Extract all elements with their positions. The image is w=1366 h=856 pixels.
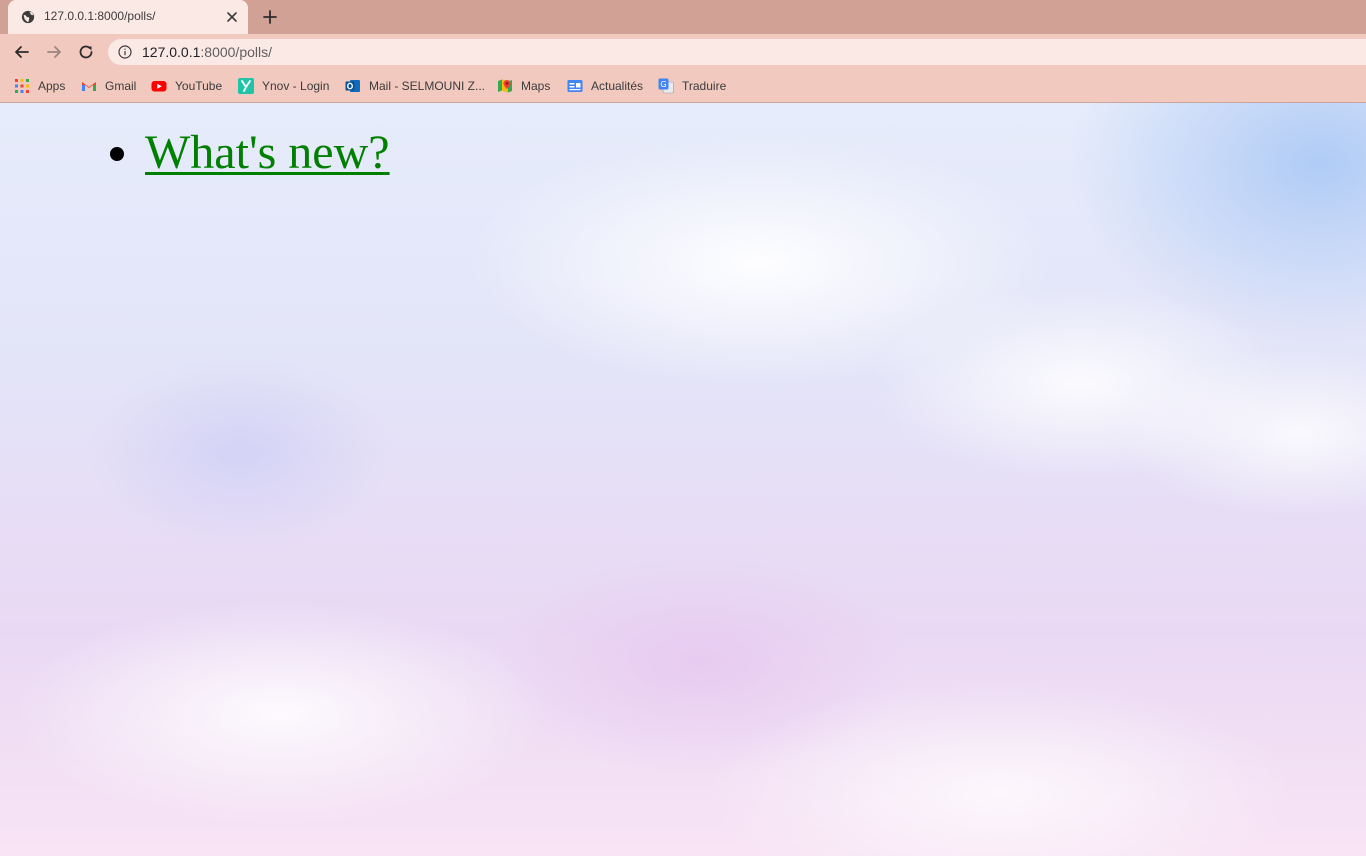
bookmark-label: Maps (521, 79, 551, 93)
bookmark-label: Actualités (591, 79, 644, 93)
bookmark-label: Apps (38, 79, 66, 93)
bookmark-label: Traduire (682, 79, 727, 93)
url-text[interactable]: 127.0.0.1:8000/polls/ (142, 44, 742, 60)
reload-icon[interactable] (76, 42, 96, 62)
gmail-icon (82, 82, 96, 91)
tab-strip: 127.0.0.1:8000/polls/ (0, 0, 1366, 34)
browser-window: 127.0.0.1:8000/polls/ 127.0.0.1:8000/pol… (0, 0, 1366, 856)
bookmark-translate[interactable]: G Traduire (658, 76, 726, 96)
page-content: What's new? (0, 103, 1366, 856)
info-icon[interactable] (118, 45, 132, 59)
toolbar: 127.0.0.1:8000/polls/ (0, 34, 1366, 70)
news-icon (567, 80, 583, 92)
bookmark-outlook[interactable]: Mail - SELMOUNI Z... (345, 76, 485, 96)
bookmark-label: Gmail (105, 79, 137, 93)
question-link[interactable]: What's new? (145, 126, 390, 179)
url-host: 127.0.0.1 (142, 44, 201, 60)
forward-arrow-icon[interactable] (44, 42, 64, 62)
ynov-icon (238, 78, 254, 94)
bookmark-label: YouTube (175, 79, 223, 93)
bookmark-label: Ynov - Login (262, 79, 330, 93)
bookmark-news[interactable]: Actualités (567, 76, 643, 96)
svg-text:G: G (660, 80, 666, 89)
tab-title: 127.0.0.1:8000/polls/ (44, 9, 156, 23)
bookmark-label: Mail - SELMOUNI Z... (369, 79, 486, 93)
new-tab-plus-icon[interactable] (260, 7, 280, 27)
apps-grid-icon (15, 79, 29, 93)
translate-icon: G (658, 78, 674, 94)
globe-icon (21, 10, 35, 24)
bookmark-youtube[interactable]: YouTube (151, 76, 222, 96)
bookmark-apps[interactable]: Apps (14, 76, 65, 96)
close-icon[interactable] (224, 9, 240, 25)
tab-active[interactable]: 127.0.0.1:8000/polls/ (8, 0, 248, 34)
url-path: :8000/polls/ (200, 44, 272, 60)
maps-icon (498, 79, 512, 93)
back-arrow-icon[interactable] (12, 42, 32, 62)
bookmark-ynov[interactable]: Ynov - Login (238, 76, 329, 96)
list-item: What's new? (145, 125, 390, 181)
bookmarks-bar: Apps Gmail YouTube Ynov - Login Mail - S… (0, 70, 1366, 103)
bookmark-gmail[interactable]: Gmail (81, 76, 136, 96)
outlook-icon (345, 80, 360, 92)
address-bar[interactable]: 127.0.0.1:8000/polls/ (108, 39, 1366, 65)
youtube-icon (151, 81, 167, 92)
bookmark-maps[interactable]: Maps (497, 76, 550, 96)
